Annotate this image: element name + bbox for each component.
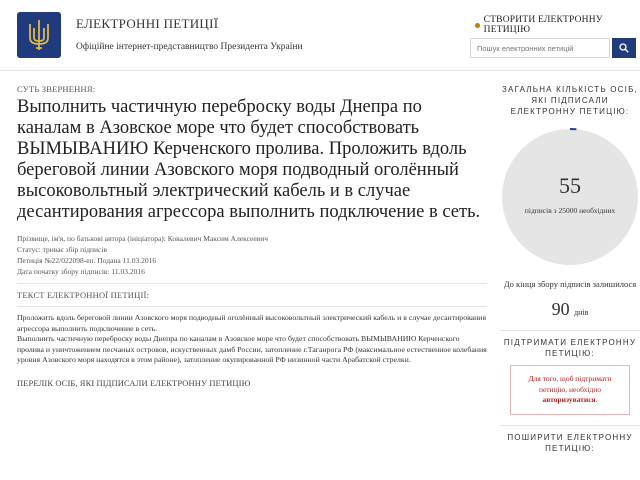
petition-author: Прізвище, ім'я, по батькові автора (ініц… (17, 234, 269, 243)
site-title[interactable]: ЕЛЕКТРОННІ ПЕТИЦІЇ (76, 16, 218, 32)
signature-sidebar: ЗАГАЛЬНА КІЛЬКІСТЬ ОСІБ, ЯКІ ПІДПИСАЛИ Е… (500, 84, 640, 454)
signers-list-link[interactable]: ПЕРЕЛІК ОСІБ, ЯКІ ПІДПИСАЛИ ЕЛЕКТРОННУ П… (17, 378, 487, 388)
support-label: ПІДТРИМАТИ ЕЛЕКТРОННУ ПЕТИЦІЮ: (503, 338, 637, 358)
petition-main: СУТЬ ЗВЕРНЕННЯ: Выполнить частичную пере… (17, 84, 487, 388)
petition-number: Петиція №22/022098-еп. Подана 11.03.2016 (17, 256, 157, 265)
petition-text: Проложить вдоль береговой линии Азовског… (17, 313, 487, 366)
days-left: 90 днів (500, 299, 640, 320)
total-signers-label: ЗАГАЛЬНА КІЛЬКІСТЬ ОСІБ, ЯКІ ПІДПИСАЛИ Е… (502, 85, 638, 116)
auth-link[interactable]: авторизуватися (543, 395, 596, 404)
trident-icon (29, 20, 49, 50)
search-bar (470, 38, 636, 58)
auth-text: Для того, щоб підтримати петицію, необхі… (528, 374, 612, 394)
divider (17, 306, 487, 307)
site-header: ЕЛЕКТРОННІ ПЕТИЦІЇ Офіційне інтернет-пре… (0, 0, 640, 71)
search-icon (619, 43, 629, 53)
auth-notice: Для того, щоб підтримати петицію, необхі… (510, 365, 630, 415)
petition-start-date: Дата початку збору підписів: 11.03.2016 (17, 267, 145, 276)
signature-count: 55 (559, 173, 581, 198)
plus-icon (475, 22, 480, 28)
text-label: ТЕКСТ ЕЛЕКТРОННОЇ ПЕТИЦІЇ: (17, 290, 150, 300)
search-input[interactable] (470, 38, 610, 58)
days-left-value: 90 (551, 299, 570, 319)
share-section: ПОШИРИТИ ЕЛЕКТРОННУ ПЕТИЦІЮ: (500, 424, 640, 454)
petition-text-p2: Выполнить частичную переброску воды Днеп… (17, 334, 487, 364)
support-section: ПІДТРИМАТИ ЕЛЕКТРОННУ ПЕТИЦІЮ: Для того,… (500, 330, 640, 415)
days-unit: днів (574, 308, 589, 317)
days-left-label: До кінця збору підписів залишилося (503, 279, 637, 289)
progress-donut: 55 підписів з 25000 необхідних (500, 127, 640, 267)
petition-status: Статус: триває збір підписів (17, 245, 108, 254)
share-label: ПОШИРИТИ ЕЛЕКТРОННУ ПЕТИЦІЮ: (507, 432, 633, 453)
petition-meta: Прізвище, ім'я, по батькові автора (ініц… (17, 233, 487, 277)
divider (17, 283, 487, 284)
search-button[interactable] (612, 38, 636, 58)
create-petition-button[interactable]: СТВОРИТИ ЕЛЕКТРОННУ ПЕТИЦІЮ (475, 15, 640, 35)
create-petition-label: СТВОРИТИ ЕЛЕКТРОННУ ПЕТИЦІЮ (483, 15, 603, 35)
signatures-needed: підписів з 25000 необхідних (524, 206, 616, 215)
coat-of-arms-logo[interactable] (17, 12, 61, 58)
petition-text-p1: Проложить вдоль береговой линии Азовског… (17, 313, 487, 333)
section-label: СУТЬ ЗВЕРНЕННЯ: (17, 84, 96, 94)
site-subtitle: Офіційне інтернет-представництво Президе… (76, 42, 303, 52)
petition-title: Выполнить частичную переброску воды Днеп… (17, 97, 481, 222)
